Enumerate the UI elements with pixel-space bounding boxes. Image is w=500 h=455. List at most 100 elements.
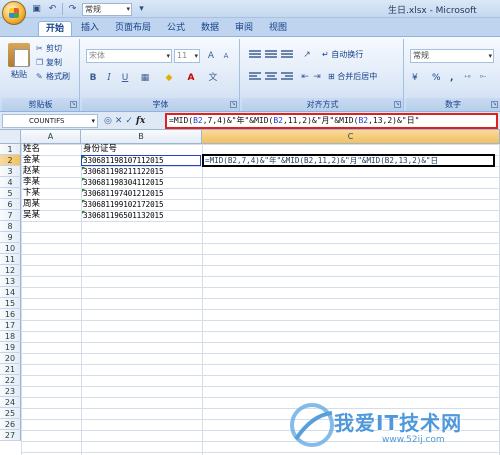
cell-a2[interactable]: 金某 [21, 155, 40, 166]
qat-style-dropdown[interactable]: 常规 [82, 2, 132, 16]
row-header-11[interactable]: 11 [0, 254, 21, 265]
row-header-5[interactable]: 5 [0, 188, 21, 199]
wrap-text-button[interactable]: ↵ 自动换行 [322, 48, 363, 62]
office-button[interactable] [2, 1, 26, 25]
cell-b7[interactable]: 330681196501132015 [81, 210, 164, 221]
row-header-2[interactable]: 2 [0, 155, 21, 166]
formula-input[interactable]: =MID(B2,7,4)&"年"&MID(B2,11,2)&"月"&MID(B2… [165, 113, 498, 129]
shrink-font-icon[interactable]: A [219, 49, 233, 63]
alignment-launcher-icon[interactable]: ↘ [394, 101, 401, 108]
align-left-icon[interactable] [248, 71, 262, 83]
row-header-21[interactable]: 21 [0, 364, 21, 375]
row-header-22[interactable]: 22 [0, 375, 21, 386]
row-header-8[interactable]: 8 [0, 221, 21, 232]
font-size-select[interactable]: 11 ▾ [174, 49, 200, 63]
row-header-27[interactable]: 27 [0, 430, 21, 441]
cell-a4[interactable]: 李某 [21, 177, 40, 188]
cell-c2-editing[interactable]: =MID(B2,7,4)&"年"&MID(B2,11,2)&"月"&MID(B2… [202, 154, 495, 167]
row-header-14[interactable]: 14 [0, 287, 21, 298]
orientation-icon[interactable]: ↗ [300, 48, 314, 62]
row-header-23[interactable]: 23 [0, 386, 21, 397]
select-all-corner[interactable] [0, 130, 21, 144]
phonetic-icon[interactable]: 文 [206, 71, 220, 85]
align-middle-icon[interactable] [264, 49, 278, 61]
clipboard-launcher-icon[interactable]: ↘ [70, 101, 77, 108]
cell-b4[interactable]: 330681198304112015 [81, 177, 164, 188]
percent-button[interactable]: % [432, 71, 441, 85]
cell-b5[interactable]: 330681197401212015 [81, 188, 164, 199]
number-format-select[interactable]: 常规 ▾ [410, 49, 494, 63]
font-launcher-icon[interactable]: ↘ [230, 101, 237, 108]
tab-view[interactable]: 视图 [262, 21, 294, 36]
cell-a1[interactable]: 姓名 [21, 144, 40, 155]
currency-button[interactable]: ¥ [412, 71, 418, 85]
font-color-icon[interactable]: A [184, 71, 198, 85]
undo-icon[interactable]: ↶ [46, 3, 59, 16]
insert-function-icon[interactable]: fx [136, 116, 145, 126]
column-header-b[interactable]: B [81, 130, 202, 144]
row-header-13[interactable]: 13 [0, 276, 21, 287]
cell-a6[interactable]: 周某 [21, 199, 40, 210]
tab-insert[interactable]: 插入 [74, 21, 106, 36]
enter-icon[interactable]: ✓ [125, 116, 133, 126]
row-header-4[interactable]: 4 [0, 177, 21, 188]
watermark-logo-icon [290, 403, 334, 447]
paste-button[interactable]: 粘贴 [6, 43, 32, 91]
tab-review[interactable]: 审阅 [228, 21, 260, 36]
copy-button[interactable]: ❐ 复制 [36, 57, 62, 69]
tab-formulas[interactable]: 公式 [160, 21, 192, 36]
decrease-decimal-icon[interactable]: ⁰⁻ [480, 71, 487, 85]
underline-button[interactable]: U [118, 71, 132, 85]
format-painter-button[interactable]: ✎ 格式刷 [36, 71, 70, 83]
bold-button[interactable]: B [86, 71, 100, 85]
cell-a5[interactable]: 卞某 [21, 188, 40, 199]
row-header-26[interactable]: 26 [0, 419, 21, 430]
fill-color-icon[interactable]: ◆ [162, 71, 176, 85]
cell-b1[interactable]: 身份证号 [81, 144, 117, 155]
align-right-icon[interactable] [280, 71, 294, 83]
row-header-3[interactable]: 3 [0, 166, 21, 177]
borders-icon[interactable]: ▦ [138, 71, 152, 85]
redo-icon[interactable]: ↷ [66, 3, 79, 16]
qat-customize-icon[interactable]: ▾ [135, 3, 148, 16]
cell-b6[interactable]: 330681199102172015 [81, 199, 164, 210]
merge-center-button[interactable]: ⊞ 合并后居中 [328, 70, 377, 84]
cell-a3[interactable]: 赵某 [21, 166, 40, 177]
increase-decimal-icon[interactable]: ⁺⁰ [464, 71, 471, 85]
increase-indent-icon[interactable]: ⇥ [310, 70, 324, 84]
font-name-select[interactable]: 宋体 ▾ [86, 49, 172, 63]
save-icon[interactable]: ▣ [30, 3, 43, 16]
align-bottom-icon[interactable] [280, 49, 294, 61]
column-header-a[interactable]: A [21, 130, 81, 144]
comma-button[interactable]: , [450, 71, 453, 85]
row-header-15[interactable]: 15 [0, 298, 21, 309]
row-header-1[interactable]: 1 [0, 144, 21, 155]
tab-page-layout[interactable]: 页面布局 [108, 21, 158, 36]
name-box[interactable]: COUNTIFS ▾ [2, 114, 98, 128]
row-header-7[interactable]: 7 [0, 210, 21, 221]
row-header-19[interactable]: 19 [0, 342, 21, 353]
number-launcher-icon[interactable]: ↘ [491, 101, 498, 108]
column-header-c[interactable]: C [202, 130, 500, 144]
cancel-icon[interactable]: ✕ [115, 116, 123, 126]
row-header-16[interactable]: 16 [0, 309, 21, 320]
cut-button[interactable]: ✂ 剪切 [36, 43, 62, 55]
italic-button[interactable]: I [102, 71, 116, 85]
row-header-24[interactable]: 24 [0, 397, 21, 408]
row-header-6[interactable]: 6 [0, 199, 21, 210]
grow-font-icon[interactable]: A [204, 49, 218, 63]
align-top-icon[interactable] [248, 49, 262, 61]
cell-b3[interactable]: 330681198211122015 [81, 166, 164, 177]
row-header-17[interactable]: 17 [0, 320, 21, 331]
row-header-9[interactable]: 9 [0, 232, 21, 243]
row-header-12[interactable]: 12 [0, 265, 21, 276]
options-icon[interactable]: ◎ [104, 116, 112, 126]
row-header-18[interactable]: 18 [0, 331, 21, 342]
row-header-25[interactable]: 25 [0, 408, 21, 419]
row-header-10[interactable]: 10 [0, 243, 21, 254]
cell-a7[interactable]: 吴某 [21, 210, 40, 221]
tab-home[interactable]: 开始 [38, 21, 72, 37]
tab-data[interactable]: 数据 [194, 21, 226, 36]
align-center-icon[interactable] [264, 71, 278, 83]
row-header-20[interactable]: 20 [0, 353, 21, 364]
